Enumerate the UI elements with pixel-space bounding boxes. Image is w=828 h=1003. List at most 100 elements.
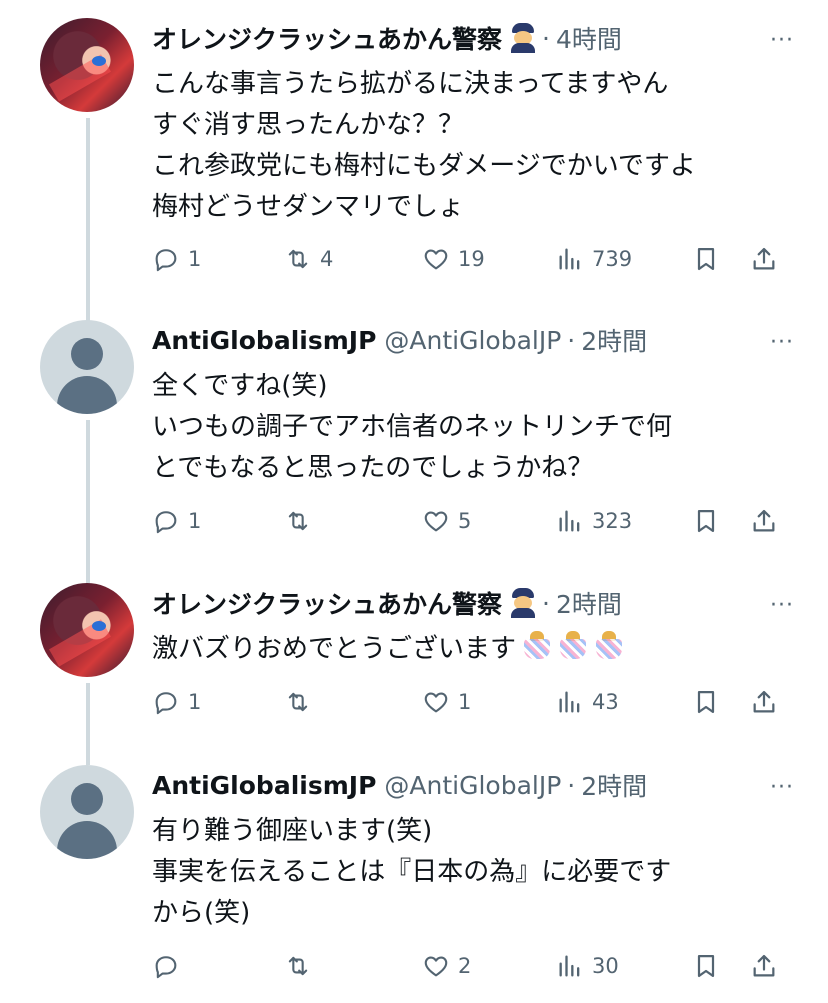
reply-icon — [155, 692, 177, 715]
like-button[interactable]: 19 — [422, 242, 485, 276]
share-icon — [753, 690, 775, 713]
heart-icon — [424, 956, 448, 977]
like-button[interactable]: 2 — [422, 949, 471, 983]
reply-icon — [155, 956, 177, 979]
author-name[interactable]: AntiGlobalismJP — [152, 326, 376, 355]
view-count: 739 — [592, 247, 633, 271]
retweet-icon — [288, 249, 308, 269]
police-officer-emoji-icon — [510, 23, 536, 53]
tweet[interactable]: オレンジクラッシュあかん警察 · 2時間 ··· 激バズりおめでとうございます … — [0, 583, 828, 765]
timestamp[interactable]: 2時間 — [581, 322, 647, 358]
share-button[interactable] — [750, 949, 778, 983]
tweet-text: 全くですね(笑) いつもの調子でアホ信者のネットリンチで何 とでもなると思ったの… — [152, 366, 802, 489]
views-chart-icon — [559, 248, 580, 270]
avatar[interactable] — [40, 320, 134, 414]
author-name[interactable]: オレンジクラッシュあかん警察 — [152, 20, 502, 56]
bookmark-icon — [697, 509, 715, 533]
heart-icon — [424, 511, 448, 532]
avatar[interactable] — [40, 583, 134, 677]
reply-count: 1 — [188, 247, 202, 271]
bookmark-button[interactable] — [692, 949, 720, 983]
tweet-text-line: とでもなると思ったのでしょうかね？ — [152, 453, 594, 483]
tweet-header: オレンジクラッシュあかん警察 · 4時間 ··· — [152, 18, 808, 58]
more-icon[interactable]: ··· — [770, 775, 794, 800]
avatar[interactable] — [40, 765, 134, 859]
tweet-text-line: 全くですね(笑) — [152, 371, 328, 401]
more-icon[interactable]: ··· — [770, 330, 794, 355]
action-bar: 1 1 43 — [152, 685, 792, 719]
tweet-text-line: いつもの調子でアホ信者のネットリンチで何 — [152, 412, 673, 442]
views-button[interactable]: 323 — [556, 504, 632, 538]
share-button[interactable] — [750, 242, 778, 276]
retweet-icon — [288, 956, 308, 976]
tweet[interactable]: オレンジクラッシュあかん警察 · 4時間 ··· こんな事言うたら拡がるに決まっ… — [0, 18, 828, 336]
separator-dot: · — [567, 770, 576, 800]
like-count: 2 — [458, 954, 472, 978]
thread-connector-line — [86, 420, 90, 588]
author-name[interactable]: AntiGlobalismJP — [152, 771, 376, 800]
reply-button[interactable]: 1 — [152, 242, 201, 276]
tweet[interactable]: AntiGlobalismJP @AntiGlobalJP · 2時間 ··· … — [0, 320, 828, 588]
timestamp[interactable]: 2時間 — [556, 585, 622, 621]
author-handle[interactable]: @AntiGlobalJP — [384, 771, 561, 800]
reply-count: 1 — [188, 690, 202, 714]
tweet-text-line: 事実を伝えることは『日本の為』に必要です — [152, 857, 672, 887]
action-bar: 2 30 — [152, 949, 792, 983]
author-handle[interactable]: @AntiGlobalJP — [384, 326, 561, 355]
separator-dot: · — [567, 325, 576, 355]
reply-icon — [155, 249, 177, 272]
retweet-icon — [288, 692, 308, 712]
reply-button[interactable] — [152, 949, 188, 983]
tweet-text-line: 有り難う御座います(笑) — [152, 816, 433, 846]
bookmark-button[interactable] — [692, 504, 720, 538]
avatar[interactable] — [40, 18, 134, 112]
more-icon[interactable]: ··· — [770, 28, 794, 53]
timestamp[interactable]: 2時間 — [581, 767, 647, 803]
tweet-text-line: すぐ消す思ったんかな？？ — [152, 110, 465, 140]
heart-icon — [424, 249, 448, 270]
like-button[interactable]: 5 — [422, 504, 471, 538]
share-icon — [753, 247, 775, 270]
tweet-text-line: 梅村どうせダンマリでしょ — [152, 192, 465, 222]
view-count: 30 — [592, 954, 619, 978]
thread-connector-line — [86, 683, 90, 765]
retweet-button[interactable]: 4 — [284, 242, 333, 276]
bookmark-button[interactable] — [692, 242, 720, 276]
like-button[interactable]: 1 — [422, 685, 471, 719]
tweet-text-line: から(笑) — [152, 898, 251, 928]
tweet-text-line: これ参政党にも梅村にもダメージでかいですよ — [152, 151, 696, 181]
author-name[interactable]: オレンジクラッシュあかん警察 — [152, 585, 502, 621]
views-button[interactable]: 30 — [556, 949, 619, 983]
bookmark-button[interactable] — [692, 685, 720, 719]
tweet-text-line: こんな事言うたら拡がるに決まってますやん — [152, 69, 669, 99]
bookmark-icon — [697, 954, 715, 978]
reply-button[interactable]: 1 — [152, 685, 201, 719]
tweet-header: AntiGlobalismJP @AntiGlobalJP · 2時間 ··· — [152, 320, 808, 360]
tweet-text: こんな事言うたら拡がるに決まってますやん すぐ消す思ったんかな？？ これ参政党に… — [152, 64, 802, 228]
timestamp[interactable]: 4時間 — [556, 20, 622, 56]
police-officer-emoji-icon — [510, 588, 536, 618]
views-chart-icon — [559, 955, 580, 977]
view-count: 323 — [592, 509, 633, 533]
views-button[interactable]: 43 — [556, 685, 619, 719]
like-count: 1 — [458, 690, 472, 714]
view-count: 43 — [592, 690, 619, 714]
share-button[interactable] — [750, 504, 778, 538]
share-button[interactable] — [750, 685, 778, 719]
retweet-button[interactable] — [284, 504, 320, 538]
reply-button[interactable]: 1 — [152, 504, 201, 538]
retweet-button[interactable] — [284, 685, 320, 719]
retweet-count: 4 — [320, 247, 334, 271]
retweet-button[interactable] — [284, 949, 320, 983]
more-icon[interactable]: ··· — [770, 593, 794, 618]
tweet[interactable]: AntiGlobalismJP @AntiGlobalJP · 2時間 ··· … — [0, 765, 828, 1003]
separator-dot: · — [542, 588, 550, 618]
tweet-header: AntiGlobalismJP @AntiGlobalJP · 2時間 ··· — [152, 765, 808, 805]
confetti-ball-emoji-icon — [594, 631, 624, 661]
bookmark-icon — [697, 690, 715, 714]
views-chart-icon — [559, 691, 580, 713]
share-icon — [753, 954, 775, 977]
reply-thread: オレンジクラッシュあかん警察 · 4時間 ··· こんな事言うたら拡がるに決まっ… — [0, 0, 828, 1003]
views-button[interactable]: 739 — [556, 242, 632, 276]
reply-count: 1 — [188, 509, 202, 533]
